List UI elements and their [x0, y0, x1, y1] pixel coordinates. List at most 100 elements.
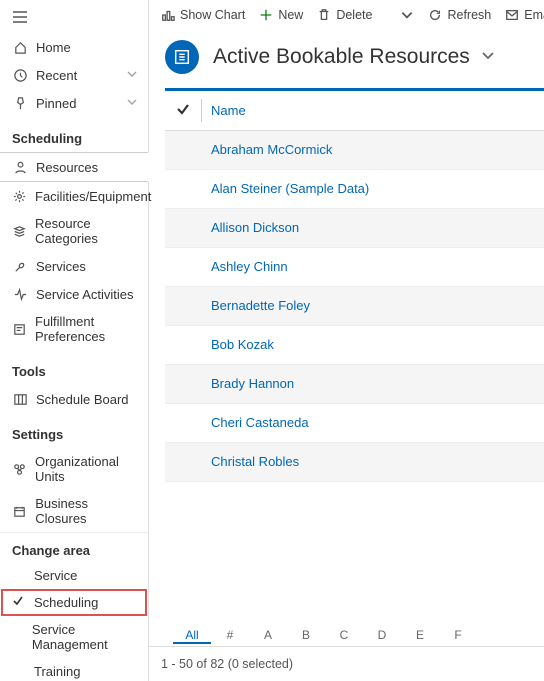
- alpha-d[interactable]: D: [363, 628, 401, 644]
- plus-icon: [259, 8, 273, 22]
- nav-organizational-units[interactable]: Organizational Units: [0, 448, 148, 490]
- clock-icon: [12, 67, 28, 83]
- stack-icon: [12, 223, 27, 239]
- board-icon: [12, 391, 28, 407]
- check-icon: [12, 595, 26, 610]
- nav-label: Schedule Board: [36, 392, 129, 407]
- chevron-down-icon: [400, 8, 414, 22]
- area-item-training[interactable]: Training: [0, 658, 148, 681]
- nav-resource-categories[interactable]: Resource Categories: [0, 210, 148, 252]
- refresh-button[interactable]: Refresh: [428, 8, 491, 22]
- row-selector[interactable]: [165, 208, 201, 247]
- row-selector[interactable]: [165, 130, 201, 169]
- row-selector[interactable]: [165, 364, 201, 403]
- nav-recent[interactable]: Recent: [0, 61, 148, 89]
- select-all-checkbox[interactable]: [165, 91, 201, 130]
- show-chart-label: Show Chart: [180, 8, 245, 22]
- show-chart-button[interactable]: Show Chart: [161, 8, 245, 22]
- table-row[interactable]: Bernadette Foley: [165, 286, 544, 325]
- pin-icon: [12, 95, 28, 111]
- nav-label: Organizational Units: [35, 454, 138, 484]
- record-link[interactable]: Ashley Chinn: [211, 259, 288, 274]
- email-link-label: Email a Link: [524, 8, 544, 22]
- delete-button[interactable]: Delete: [317, 8, 372, 22]
- area-label: Scheduling: [34, 595, 98, 610]
- alpha-all[interactable]: All: [173, 628, 211, 644]
- nav-facilities-equipment[interactable]: Facilities/Equipment: [0, 182, 148, 210]
- hamburger-button[interactable]: [0, 0, 148, 33]
- nav-services[interactable]: Services: [0, 252, 148, 280]
- resource-icon: [173, 48, 191, 66]
- mail-icon: [505, 8, 519, 22]
- area-item-scheduling[interactable]: Scheduling: [0, 589, 148, 616]
- row-selector[interactable]: [165, 442, 201, 481]
- view-title[interactable]: Active Bookable Resources: [213, 45, 470, 69]
- nav-schedule-board[interactable]: Schedule Board: [0, 385, 148, 413]
- alpha-#[interactable]: #: [211, 628, 249, 644]
- change-area-header: Change area: [0, 532, 148, 562]
- nav-label: Business Closures: [35, 496, 138, 526]
- org-icon: [12, 461, 27, 477]
- area-item-service-management[interactable]: Service Management: [0, 616, 148, 658]
- activity-icon: [12, 286, 28, 302]
- cell-name: Cheri Castaneda: [201, 403, 544, 442]
- nav-label: Resource Categories: [35, 216, 138, 246]
- nav-label: Recent: [36, 68, 77, 83]
- area-item-service[interactable]: Service: [0, 562, 148, 589]
- record-link[interactable]: Abraham McCormick: [211, 142, 332, 157]
- record-link[interactable]: Bernadette Foley: [211, 298, 310, 313]
- nav-label: Services: [36, 259, 86, 274]
- row-selector[interactable]: [165, 169, 201, 208]
- alpha-c[interactable]: C: [325, 628, 363, 644]
- record-link[interactable]: Allison Dickson: [211, 220, 299, 235]
- row-selector[interactable]: [165, 403, 201, 442]
- nav-resources[interactable]: Resources: [0, 152, 149, 182]
- home-icon: [12, 39, 28, 55]
- delete-split-button[interactable]: [400, 8, 414, 22]
- chevron-down-icon: [480, 47, 496, 63]
- view-header: Active Bookable Resources: [149, 30, 544, 88]
- table-row[interactable]: Allison Dickson: [165, 208, 544, 247]
- refresh-label: Refresh: [447, 8, 491, 22]
- cell-name: Bernadette Foley: [201, 286, 544, 325]
- record-link[interactable]: Bob Kozak: [211, 337, 274, 352]
- nav-fulfillment-preferences[interactable]: Fulfillment Preferences: [0, 308, 148, 350]
- row-selector[interactable]: [165, 325, 201, 364]
- table-row[interactable]: Cheri Castaneda: [165, 403, 544, 442]
- nav-business-closures[interactable]: Business Closures: [0, 490, 148, 532]
- cell-name: Abraham McCormick: [201, 130, 544, 169]
- area-label: Service Management: [32, 622, 136, 652]
- cell-name: Christal Robles: [201, 442, 544, 481]
- new-button[interactable]: New: [259, 8, 303, 22]
- nav-label: Home: [36, 40, 71, 55]
- row-selector[interactable]: [165, 286, 201, 325]
- nav-home[interactable]: Home: [0, 33, 148, 61]
- nav-service-activities[interactable]: Service Activities: [0, 280, 148, 308]
- view-selector-chevron[interactable]: [480, 45, 496, 69]
- column-header-name[interactable]: Name: [201, 91, 544, 130]
- table-row[interactable]: Ashley Chinn: [165, 247, 544, 286]
- alpha-f[interactable]: F: [439, 628, 477, 644]
- nav-pinned[interactable]: Pinned: [0, 89, 148, 117]
- alpha-e[interactable]: E: [401, 628, 439, 644]
- nav-label: Pinned: [36, 96, 76, 111]
- alpha-b[interactable]: B: [287, 628, 325, 644]
- cell-name: Brady Hannon: [201, 364, 544, 403]
- record-link[interactable]: Cheri Castaneda: [211, 415, 309, 430]
- email-link-button[interactable]: Email a Link: [505, 8, 544, 22]
- area-label: Service: [34, 568, 77, 583]
- command-bar: Show Chart New Delete Refresh Email a Li…: [149, 0, 544, 30]
- record-link[interactable]: Alan Steiner (Sample Data): [211, 181, 369, 196]
- cell-name: Allison Dickson: [201, 208, 544, 247]
- table-row[interactable]: Brady Hannon: [165, 364, 544, 403]
- table-row[interactable]: Bob Kozak: [165, 325, 544, 364]
- table-row[interactable]: Alan Steiner (Sample Data): [165, 169, 544, 208]
- record-link[interactable]: Brady Hannon: [211, 376, 294, 391]
- alpha-a[interactable]: A: [249, 628, 287, 644]
- area-label: Training: [34, 664, 80, 679]
- table-row[interactable]: Christal Robles: [165, 442, 544, 481]
- row-selector[interactable]: [165, 247, 201, 286]
- chevron-down-icon: [126, 68, 138, 83]
- table-row[interactable]: Abraham McCormick: [165, 130, 544, 169]
- record-link[interactable]: Christal Robles: [211, 454, 299, 469]
